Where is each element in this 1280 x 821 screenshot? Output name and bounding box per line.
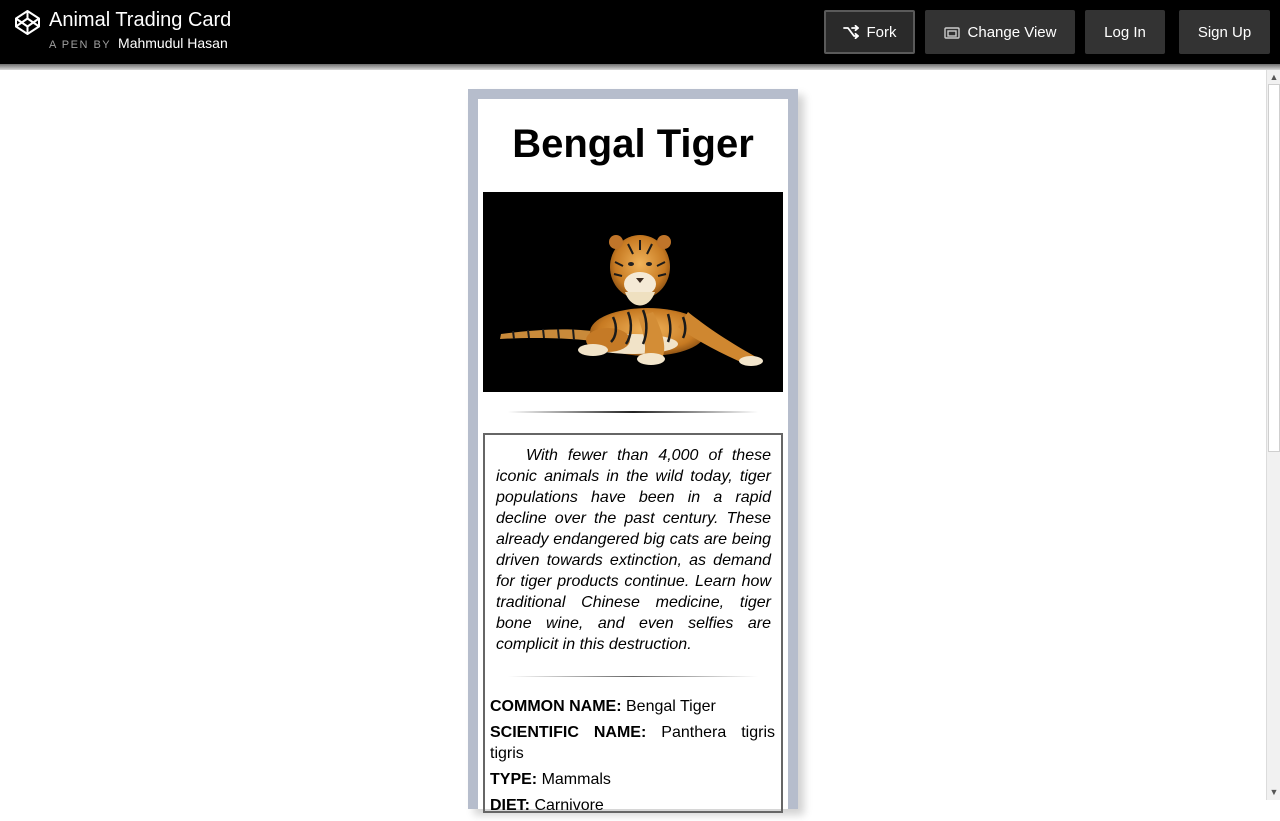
- fact-type: TYPE: Mammals: [490, 769, 775, 790]
- animal-name-heading: Bengal Tiger: [512, 122, 754, 166]
- fact-diet: DIET: Carnivore: [490, 795, 775, 816]
- pen-by-label: A PEN BY: [49, 39, 112, 51]
- fact-label: TYPE:: [490, 771, 538, 788]
- fact-scientific-name: SCIENTIFIC NAME: Panthera tigris tigris: [490, 722, 775, 764]
- codepen-header: Animal Trading Card A PEN BY Mahmudul Ha…: [0, 0, 1280, 64]
- page-scrollbar[interactable]: ▲ ▼: [1266, 70, 1280, 800]
- sign-up-button[interactable]: Sign Up: [1179, 10, 1270, 54]
- header-shadow-divider: [0, 64, 1280, 70]
- change-view-button-label: Change View: [967, 23, 1057, 41]
- fork-icon: [842, 25, 859, 39]
- scroll-up-arrow-icon[interactable]: ▲: [1269, 72, 1279, 82]
- section-divider: [508, 411, 758, 413]
- log-in-button-label: Log In: [1104, 23, 1146, 41]
- fact-value: Mammals: [541, 771, 611, 788]
- fact-label: SCIENTIFIC NAME:: [490, 724, 647, 741]
- change-view-button[interactable]: Change View: [925, 10, 1075, 54]
- scrollbar-thumb[interactable]: [1268, 84, 1280, 452]
- fact-value: Bengal Tiger: [626, 698, 716, 715]
- pen-byline: A PEN BY Mahmudul Hasan: [49, 35, 228, 51]
- codepen-logo-icon[interactable]: [14, 9, 41, 36]
- scroll-down-arrow-icon[interactable]: ▼: [1269, 787, 1279, 797]
- facts-list: COMMON NAME: Bengal Tiger SCIENTIFIC NAM…: [490, 696, 775, 821]
- fact-common-name: COMMON NAME: Bengal Tiger: [490, 696, 775, 717]
- change-view-icon: [943, 26, 960, 39]
- author-link[interactable]: Mahmudul Hasan: [118, 35, 228, 51]
- tiger-photo: [483, 192, 783, 392]
- facts-divider: [508, 676, 758, 677]
- fork-button[interactable]: Fork: [824, 10, 915, 54]
- sign-up-button-label: Sign Up: [1197, 23, 1252, 41]
- animal-description: With fewer than 4,000 of these iconic an…: [496, 447, 771, 653]
- fork-button-label: Fork: [866, 23, 897, 41]
- log-in-button[interactable]: Log In: [1085, 10, 1165, 54]
- pen-title: Animal Trading Card: [49, 9, 232, 31]
- fact-label: COMMON NAME:: [490, 698, 622, 715]
